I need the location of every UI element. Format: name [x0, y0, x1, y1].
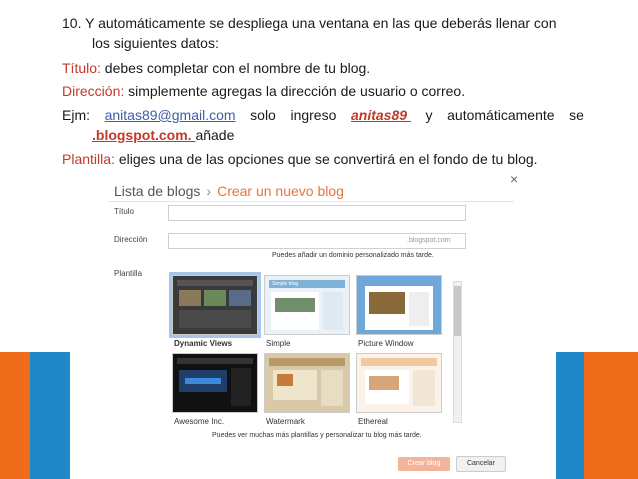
template-name: Watermark [266, 417, 305, 426]
template-thumb-dynamic-views[interactable] [169, 272, 261, 338]
template-thumb-picture-window[interactable] [356, 275, 442, 335]
blogspot-line: .blogspot.com. añade [92, 126, 234, 144]
step-line-2: los siguientes datos: [92, 35, 219, 51]
template-scrollbar[interactable] [453, 281, 462, 423]
plantilla-text: eliges una de las opciones que se conver… [118, 151, 538, 167]
breadcrumb-current: Crear un nuevo blog [217, 183, 344, 199]
template-field-label: Plantilla [114, 269, 143, 278]
step-text: Y automáticamente se despliega una venta… [85, 15, 557, 31]
blue-decoration [30, 352, 70, 479]
ejm-line: Ejm: anitas89@gmail.com solo ingreso ani… [62, 106, 584, 124]
titulo-line: Título: debes completar con el nombre de… [62, 59, 370, 77]
direccion-text: simplemente agregas la dirección de usua… [128, 83, 466, 99]
breadcrumb-blog-list[interactable]: Lista de blogs [114, 183, 200, 199]
domain-hint: Puedes añadir un dominio personalizado m… [272, 252, 434, 259]
plantilla-line: Plantilla: eliges una de las opciones qu… [62, 150, 538, 168]
blogspot-suffix: .blogspot.com. [92, 127, 196, 143]
address-field-label: Dirección [114, 235, 148, 244]
titulo-label: Título: [62, 60, 101, 76]
ejm-word: ingreso [290, 107, 337, 123]
template-name: Dynamic Views [174, 339, 233, 348]
example-email-link[interactable]: anitas89@gmail.com [105, 106, 236, 124]
direccion-line: Dirección: simplemente agregas la direcc… [62, 82, 465, 100]
close-icon[interactable]: × [510, 171, 518, 187]
ejm-word: y [425, 107, 433, 123]
create-blog-dialog: Lista de blogs › Crear un nuevo blog × Tít… [96, 171, 526, 479]
step-number: 10. [62, 15, 82, 31]
address-suffix: .blogspot.com [407, 237, 451, 244]
title-field-label: Título [114, 207, 135, 216]
chevron-right-icon: › [206, 183, 212, 199]
template-name: Ethereal [358, 417, 388, 426]
ejm-word: solo [250, 107, 276, 123]
ejm-word: automáticamente [447, 107, 555, 123]
example-username: anitas89 [350, 107, 411, 123]
title-input[interactable] [168, 205, 466, 221]
template-thumb-simple[interactable]: Simple blog [264, 275, 350, 335]
anade-text: añade [195, 127, 235, 143]
titulo-text: debes completar con el nombre de tu blog… [104, 60, 371, 76]
template-thumb-ethereal[interactable] [356, 353, 442, 413]
blue-decoration-right [556, 352, 584, 479]
cancel-button[interactable]: Cancelar [456, 456, 506, 472]
create-blog-button[interactable]: Crear blog [398, 457, 450, 471]
ejm-label: Ejm: [62, 107, 90, 123]
template-name: Picture Window [358, 339, 414, 348]
step-line-1: 10. Y automáticamente se despliega una v… [62, 14, 557, 32]
simple-thumb-title: Simple blog [269, 280, 345, 288]
more-templates-hint: Puedes ver muchas más plantillas y perso… [212, 432, 422, 439]
plantilla-label: Plantilla: [62, 151, 115, 167]
template-name: Awesome Inc. [174, 417, 225, 426]
template-thumb-awesome-inc[interactable] [172, 353, 258, 413]
template-name: Simple [266, 339, 291, 348]
scrollbar-thumb[interactable] [454, 286, 461, 336]
direccion-label: Dirección: [62, 83, 125, 99]
template-thumb-watermark[interactable] [264, 353, 350, 413]
ejm-word: se [569, 107, 584, 123]
divider [108, 201, 514, 202]
breadcrumb: Lista de blogs › Crear un nuevo blog [114, 183, 344, 199]
